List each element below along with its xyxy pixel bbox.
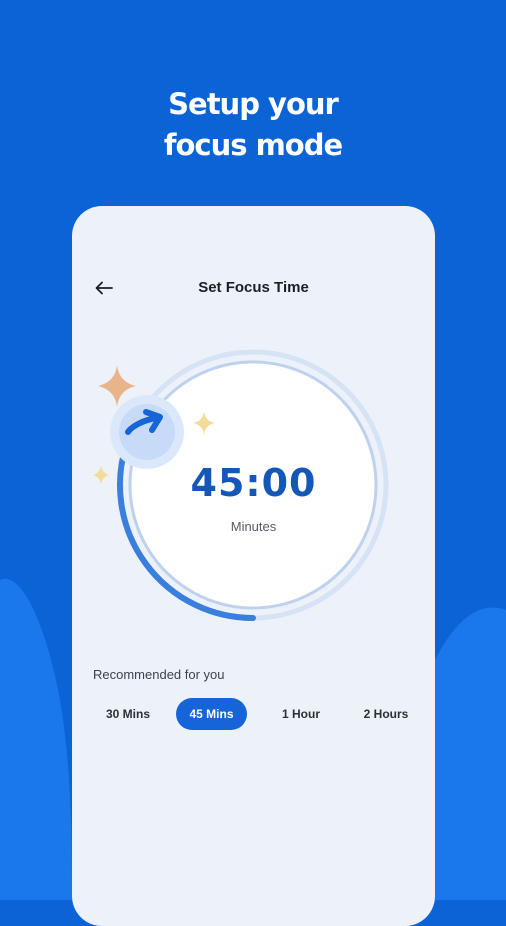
focus-timer (93, 349, 389, 621)
option-1-hour[interactable]: 1 Hour (270, 698, 332, 730)
timer-unit-label: Minutes (230, 519, 277, 534)
phone-screen: Set Focus Time 45:00 Minutes Recommended… (72, 206, 435, 926)
option-2-hours[interactable]: 2 Hours (350, 698, 422, 730)
option-30-mins[interactable]: 30 Mins (92, 698, 164, 730)
timer-value: 45:00 (190, 461, 317, 505)
duration-options: 30 Mins 45 Mins 1 Hour 2 Hours (87, 698, 427, 730)
headline-line-1: Setup your (168, 87, 339, 121)
option-45-mins[interactable]: 45 Mins (176, 698, 247, 730)
headline: Setup your focus mode (0, 84, 506, 166)
recommended-label: Recommended for you (93, 667, 225, 682)
headline-line-2: focus mode (163, 128, 343, 162)
